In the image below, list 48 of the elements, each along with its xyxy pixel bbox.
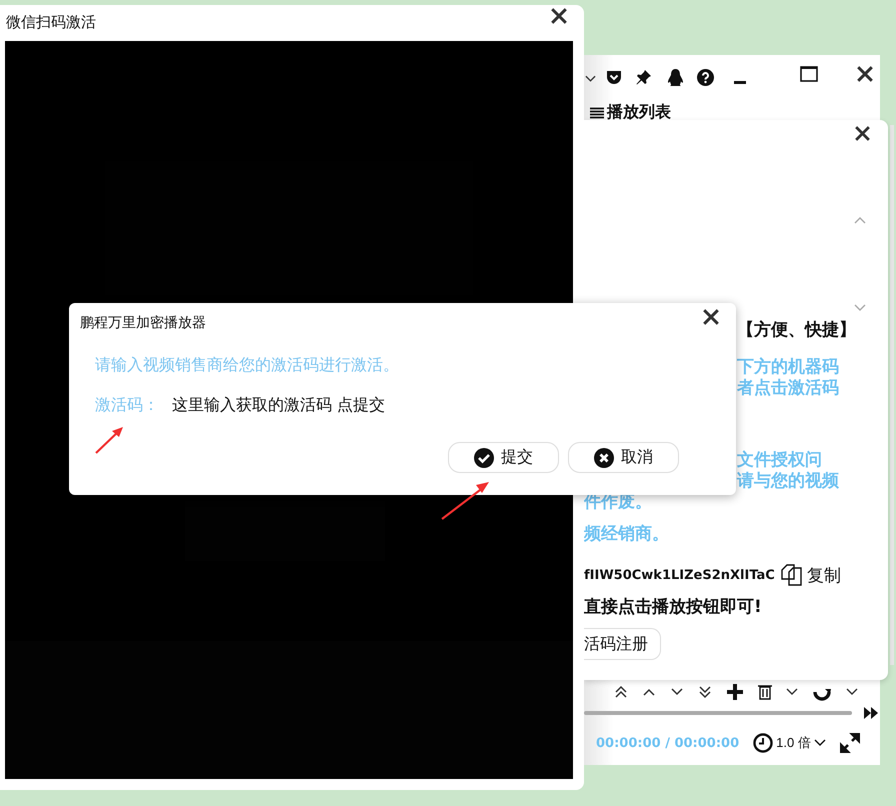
chevron-down-icon[interactable] bbox=[814, 739, 826, 747]
annotation-arrow bbox=[94, 425, 126, 455]
double-up-icon[interactable] bbox=[614, 685, 628, 699]
penguin-icon[interactable] bbox=[667, 68, 684, 86]
close-circle-icon bbox=[594, 448, 614, 468]
instruction-text: 下方的机器码 bbox=[737, 357, 839, 378]
close-icon[interactable] bbox=[551, 8, 567, 24]
hint-text: 直接点击播放按钮即可! bbox=[584, 596, 763, 618]
fast-forward-icon[interactable] bbox=[864, 707, 878, 719]
dropdown-icon[interactable] bbox=[585, 74, 596, 82]
copy-icon bbox=[780, 564, 803, 586]
cancel-button[interactable]: 取消 bbox=[568, 442, 679, 473]
pocket-icon[interactable] bbox=[606, 70, 622, 84]
speed-selector[interactable]: 1.0 倍 bbox=[753, 733, 826, 753]
instruction-text: 频经销商。 bbox=[584, 524, 669, 545]
close-icon[interactable] bbox=[703, 309, 719, 325]
dropdown-icon[interactable] bbox=[786, 688, 798, 696]
submit-button[interactable]: 提交 bbox=[448, 442, 559, 473]
close-icon[interactable] bbox=[857, 66, 873, 82]
field-label: 激活码： bbox=[95, 395, 160, 416]
panel-heading: 【方便、快捷】 bbox=[737, 319, 856, 341]
copy-button[interactable]: 复制 bbox=[780, 564, 841, 586]
register-button[interactable]: 活码注册 bbox=[584, 628, 661, 660]
instruction-text: 请与您的视频 bbox=[737, 471, 839, 492]
instruction-text: 者点击激活码 bbox=[737, 378, 839, 399]
activation-code-field[interactable]: 这里输入获取的激活码 点提交 bbox=[172, 396, 532, 415]
instruction-text: 文件授权问 bbox=[737, 450, 822, 471]
help-icon[interactable] bbox=[697, 68, 714, 86]
close-icon[interactable] bbox=[855, 126, 870, 141]
window-title: 微信扫码激活 bbox=[6, 13, 96, 32]
plus-icon[interactable] bbox=[726, 683, 744, 701]
trash-icon[interactable] bbox=[758, 684, 772, 700]
double-down-icon[interactable] bbox=[698, 685, 712, 699]
machine-code: fIIW50Cwk1LIZeS2nXlITaC bbox=[584, 568, 775, 582]
annotation-arrow bbox=[440, 479, 492, 521]
dialog-title: 鹏程万里加密播放器 bbox=[80, 314, 206, 332]
progress-track[interactable] bbox=[584, 711, 852, 715]
check-circle-icon bbox=[474, 448, 494, 468]
minimize-icon[interactable] bbox=[734, 80, 746, 84]
maximize-icon[interactable] bbox=[800, 66, 818, 82]
playlist-title: 播放列表 bbox=[607, 102, 671, 123]
menu-icon[interactable] bbox=[590, 106, 604, 118]
dialog-message: 请输入视频销售商给您的激活码进行激活。 bbox=[95, 355, 400, 376]
dropdown-icon[interactable] bbox=[846, 688, 858, 696]
clock-icon bbox=[753, 733, 774, 753]
pin-icon[interactable] bbox=[636, 69, 652, 85]
playback-time: 00:00:00 / 00:00:00 bbox=[596, 736, 740, 750]
fullscreen-icon[interactable] bbox=[840, 733, 860, 753]
